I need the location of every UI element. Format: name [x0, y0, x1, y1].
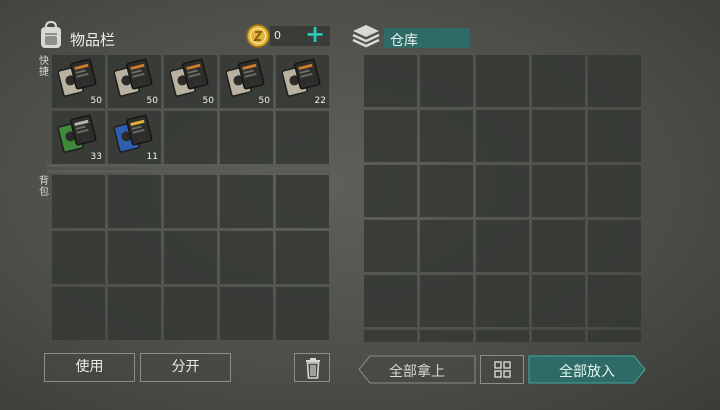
item-count: 50 — [90, 96, 102, 106]
warehouse-slot[interactable] — [364, 165, 417, 217]
inventory-slot[interactable] — [164, 287, 217, 340]
use-button[interactable]: 使用 — [44, 353, 135, 382]
inventory-slot[interactable] — [52, 287, 105, 340]
coin-icon — [246, 24, 270, 48]
warehouse-slot[interactable] — [476, 110, 529, 162]
item-count: 50 — [202, 96, 214, 106]
inventory-slot[interactable] — [52, 175, 105, 228]
warehouse-slot[interactable] — [364, 110, 417, 162]
take-all-button[interactable]: 全部拿上 — [358, 355, 476, 384]
warehouse-slot[interactable] — [532, 55, 585, 107]
quick-slot-grid: 50 50 50 50 22 33 11 — [52, 55, 329, 164]
warehouse-slot[interactable] — [476, 330, 529, 342]
item-count: 50 — [258, 96, 270, 106]
item-count: 11 — [146, 152, 158, 162]
warehouse-slot[interactable] — [588, 220, 641, 272]
inventory-slot[interactable] — [164, 231, 217, 284]
inventory-slot[interactable] — [276, 287, 329, 340]
inventory-slot[interactable] — [52, 231, 105, 284]
warehouse-slot[interactable] — [588, 55, 641, 107]
warehouse-grid — [364, 55, 641, 342]
warehouse-slot[interactable] — [532, 330, 585, 342]
warehouse-icon — [351, 23, 381, 49]
inventory-slot[interactable] — [108, 175, 161, 228]
divider — [47, 170, 330, 173]
blue-book-item[interactable]: 11 — [108, 111, 161, 164]
inventory-slot[interactable] — [276, 111, 329, 164]
book-item[interactable]: 50 — [108, 55, 161, 108]
inventory-slot[interactable] — [276, 175, 329, 228]
book-item[interactable]: 22 — [276, 55, 329, 108]
warehouse-slot[interactable] — [420, 165, 473, 217]
warehouse-slot[interactable] — [364, 330, 417, 342]
warehouse-slot[interactable] — [420, 330, 473, 342]
warehouse-slot[interactable] — [420, 55, 473, 107]
warehouse-slot[interactable] — [476, 165, 529, 217]
warehouse-slot[interactable] — [532, 110, 585, 162]
inventory-slot[interactable] — [220, 111, 273, 164]
warehouse-slot[interactable] — [476, 220, 529, 272]
warehouse-slot[interactable] — [532, 275, 585, 327]
warehouse-slot[interactable] — [532, 220, 585, 272]
trash-icon — [306, 358, 320, 379]
backpack-icon — [38, 20, 64, 49]
inventory-slot[interactable] — [108, 231, 161, 284]
item-count: 50 — [146, 96, 158, 106]
warehouse-slot[interactable] — [420, 220, 473, 272]
warehouse-slot[interactable] — [588, 275, 641, 327]
warehouse-slot[interactable] — [588, 330, 641, 342]
warehouse-slot[interactable] — [364, 55, 417, 107]
warehouse-slot[interactable] — [420, 110, 473, 162]
inventory-slot[interactable] — [220, 287, 273, 340]
warehouse-slot[interactable] — [364, 275, 417, 327]
backpack-label: 背包 — [39, 176, 49, 198]
warehouse-slot[interactable] — [588, 165, 641, 217]
warehouse-slot[interactable] — [588, 110, 641, 162]
book-item[interactable]: 50 — [164, 55, 217, 108]
warehouse-slot[interactable] — [476, 55, 529, 107]
take-all-label: 全部拿上 — [389, 364, 445, 380]
book-item[interactable]: 50 — [52, 55, 105, 108]
sort-button[interactable] — [480, 355, 524, 384]
put-all-button[interactable]: 全部放入 — [528, 355, 646, 384]
inventory-slot[interactable] — [276, 231, 329, 284]
grid-sort-icon — [494, 361, 511, 378]
inventory-slot[interactable] — [164, 111, 217, 164]
trash-button[interactable] — [294, 353, 330, 382]
item-count: 22 — [314, 96, 326, 106]
inventory-slot[interactable] — [220, 231, 273, 284]
put-all-label: 全部放入 — [559, 364, 615, 380]
split-button[interactable]: 分开 — [140, 353, 231, 382]
warehouse-slot[interactable] — [476, 275, 529, 327]
coin-count: 0 — [274, 29, 281, 42]
warehouse-slot[interactable] — [532, 165, 585, 217]
item-count: 33 — [90, 152, 102, 162]
backpack-grid — [52, 175, 329, 340]
warehouse-slot[interactable] — [364, 220, 417, 272]
inventory-slot[interactable] — [220, 175, 273, 228]
divider — [47, 164, 330, 167]
green-book-item[interactable]: 33 — [52, 111, 105, 164]
quick-slot-label: 快捷 — [39, 56, 49, 78]
inventory-slot[interactable] — [164, 175, 217, 228]
inventory-title: 物品栏 — [70, 31, 116, 49]
warehouse-slot[interactable] — [420, 275, 473, 327]
inventory-slot[interactable] — [108, 287, 161, 340]
warehouse-title: 仓库 — [390, 33, 418, 49]
book-item[interactable]: 50 — [220, 55, 273, 108]
plus-icon[interactable]: + — [305, 21, 325, 47]
